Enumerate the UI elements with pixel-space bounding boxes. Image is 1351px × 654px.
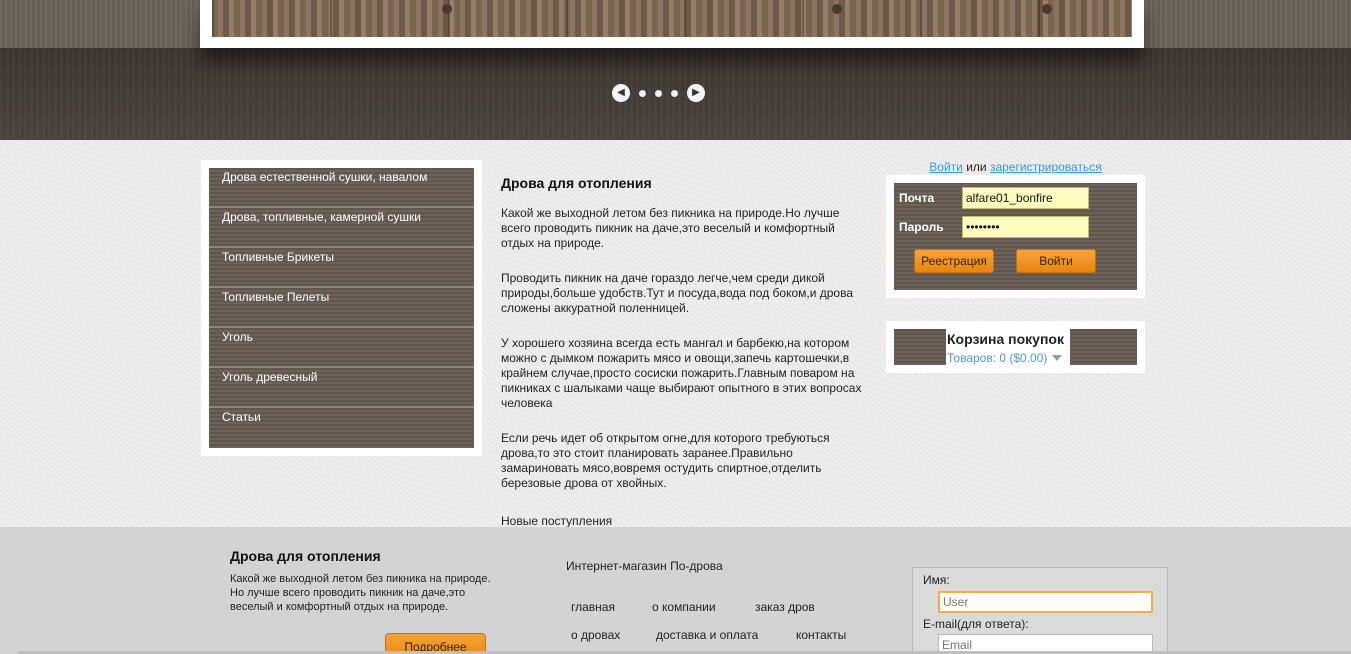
login-form: Почта Пароль Реестрация Войти <box>886 175 1145 298</box>
auth-links: Войти или зарегистрироваться <box>886 160 1145 174</box>
feedback-form: Имя: E-mail(для ответа): <box>912 567 1168 654</box>
wood-knot <box>442 4 452 14</box>
wood-knot <box>832 4 842 14</box>
cart-count-link[interactable]: Товаров: 0 ($0.00) <box>947 351 1063 365</box>
category-item[interactable]: Дрова, топливные, камерной сушки <box>209 208 474 248</box>
slider-dot[interactable] <box>655 89 662 97</box>
slider-dot[interactable] <box>671 89 678 97</box>
footer-title: Дрова для отопления <box>230 548 381 564</box>
auth-separator: или <box>966 160 987 174</box>
article: Дрова для отопления Какой же выходной ле… <box>501 175 871 544</box>
login-link[interactable]: Войти <box>929 160 963 174</box>
category-item[interactable]: Топливные Брикеты <box>209 248 474 288</box>
shop-name: Интернет-магазин По-дрова <box>566 559 723 573</box>
cart-count: Товаров: 0 ($0.00) <box>947 351 1048 365</box>
footer: Дрова для отопления Какой же выходной ле… <box>0 527 1351 654</box>
name-input[interactable] <box>938 591 1153 613</box>
slider-next-icon[interactable]: ▶ <box>687 84 705 102</box>
password-row: Пароль <box>899 216 1089 238</box>
nav-order-link[interactable]: заказ дров <box>755 600 815 614</box>
nav-home-link[interactable]: главная <box>571 600 615 614</box>
nav-delivery-link[interactable]: доставка и оплата <box>656 628 758 642</box>
shopping-cart: Корзина покупок Товаров: 0 ($0.00) <box>886 321 1145 373</box>
nav-wood-link[interactable]: о дровах <box>571 628 620 642</box>
category-item[interactable]: Статьи <box>209 408 474 448</box>
slider-dot[interactable] <box>639 89 646 97</box>
cart-title: Корзина покупок <box>947 331 1064 347</box>
category-list: Дрова естественной сушки, навалом Дрова,… <box>209 168 474 448</box>
register-link[interactable]: зарегистрироваться <box>990 160 1102 174</box>
article-paragraph: У хорошего хозяина всегда есть мангал и … <box>501 336 862 410</box>
password-label: Пароль <box>899 220 944 234</box>
article-paragraph: Проводить пикник на даче гораздо легче,ч… <box>501 271 854 315</box>
category-item[interactable]: Дрова естественной сушки, навалом <box>209 168 474 208</box>
footer-text: Какой же выходной летом без пикника на п… <box>230 573 491 613</box>
email-field[interactable] <box>962 187 1089 209</box>
email-row: Почта <box>899 187 1089 209</box>
article-title: Дрова для отопления <box>501 175 652 191</box>
cart-decor <box>1070 329 1137 365</box>
nav-about-link[interactable]: о компании <box>652 600 716 614</box>
category-item[interactable]: Уголь древесный <box>209 368 474 408</box>
name-label: Имя: <box>923 573 950 587</box>
slider-navigation: ◀ ▶ <box>612 84 705 102</box>
email-label: Почта <box>899 191 935 205</box>
article-paragraph: Какой же выходной летом без пикника на п… <box>501 206 840 250</box>
article-paragraph: Если речь идет об открытом огне,для кото… <box>501 431 830 490</box>
cart-decor <box>894 329 946 365</box>
slider-prev-icon[interactable]: ◀ <box>612 84 630 102</box>
slider-frame <box>200 0 1144 48</box>
login-button[interactable]: Войти <box>1016 249 1096 273</box>
category-item[interactable]: Топливные Пелеты <box>209 288 474 328</box>
category-item[interactable]: Уголь <box>209 328 474 368</box>
login-panel: Почта Пароль Реестрация Войти <box>894 183 1137 290</box>
nav-contacts-link[interactable]: контакты <box>796 628 846 642</box>
slider-image <box>212 0 1132 37</box>
footer-about: Дрова для отопления Какой же выходной ле… <box>230 548 500 614</box>
password-field[interactable] <box>962 216 1089 238</box>
wood-knot <box>1042 4 1052 14</box>
email-label: E-mail(для ответа): <box>923 617 1029 631</box>
caret-down-icon[interactable] <box>1052 355 1063 361</box>
category-menu: Дрова естественной сушки, навалом Дрова,… <box>201 160 482 456</box>
cart-panel: Корзина покупок Товаров: 0 ($0.00) <box>894 329 1137 365</box>
main-content: Дрова естественной сушки, навалом Дрова,… <box>0 140 1351 528</box>
register-button[interactable]: Реестрация <box>914 249 994 273</box>
